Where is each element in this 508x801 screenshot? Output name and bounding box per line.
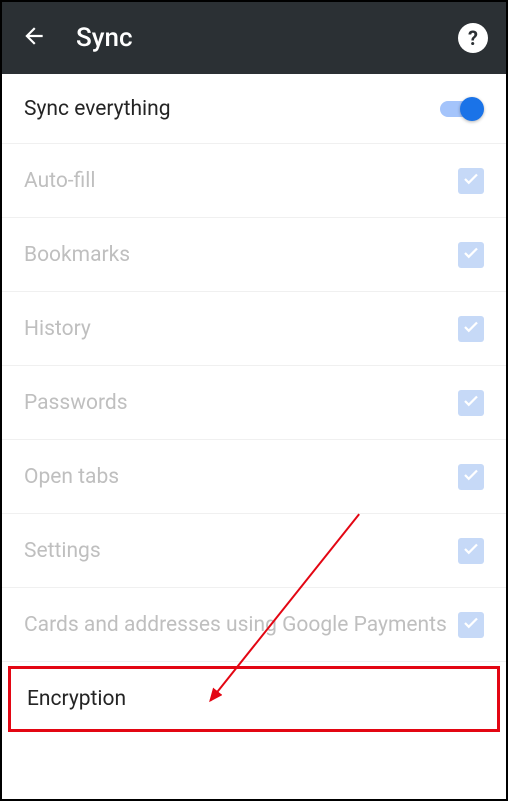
passwords-checkbox bbox=[458, 390, 484, 416]
settings-list: Sync everything Auto-fill Bookmarks Hist… bbox=[2, 74, 506, 732]
check-icon bbox=[462, 540, 480, 562]
help-button[interactable]: ? bbox=[458, 23, 488, 53]
settings-checkbox bbox=[458, 538, 484, 564]
check-icon bbox=[462, 466, 480, 488]
check-icon bbox=[462, 392, 480, 414]
opentabs-row: Open tabs bbox=[2, 440, 506, 514]
history-row: History bbox=[2, 292, 506, 366]
check-icon bbox=[462, 318, 480, 340]
history-label: History bbox=[24, 317, 458, 341]
check-icon bbox=[462, 244, 480, 266]
toggle-thumb bbox=[460, 97, 484, 121]
passwords-label: Passwords bbox=[24, 391, 458, 415]
bookmarks-checkbox bbox=[458, 242, 484, 268]
autofill-label: Auto-fill bbox=[24, 169, 458, 193]
sync-everything-label: Sync everything bbox=[24, 97, 440, 121]
opentabs-label: Open tabs bbox=[24, 465, 458, 489]
encryption-label: Encryption bbox=[27, 687, 481, 711]
sync-everything-row[interactable]: Sync everything bbox=[2, 74, 506, 144]
autofill-row: Auto-fill bbox=[2, 144, 506, 218]
cards-addresses-checkbox bbox=[458, 612, 484, 638]
check-icon bbox=[462, 614, 480, 636]
autofill-checkbox bbox=[458, 168, 484, 194]
settings-row: Settings bbox=[2, 514, 506, 588]
app-header: Sync ? bbox=[2, 2, 506, 74]
bookmarks-row: Bookmarks bbox=[2, 218, 506, 292]
app-frame: Sync ? Sync everything Auto-fill Bookmar… bbox=[0, 0, 508, 801]
back-button[interactable] bbox=[20, 24, 48, 52]
passwords-row: Passwords bbox=[2, 366, 506, 440]
cards-addresses-row: Cards and addresses using Google Payment… bbox=[2, 588, 506, 662]
sync-everything-toggle[interactable] bbox=[440, 97, 484, 121]
arrow-back-icon bbox=[21, 23, 47, 53]
opentabs-checkbox bbox=[458, 464, 484, 490]
cards-addresses-label: Cards and addresses using Google Payment… bbox=[24, 613, 458, 637]
settings-label: Settings bbox=[24, 539, 458, 563]
check-icon bbox=[462, 170, 480, 192]
page-title: Sync bbox=[76, 23, 458, 53]
help-icon: ? bbox=[468, 26, 478, 50]
bookmarks-label: Bookmarks bbox=[24, 243, 458, 267]
encryption-row[interactable]: Encryption bbox=[8, 666, 500, 732]
history-checkbox bbox=[458, 316, 484, 342]
